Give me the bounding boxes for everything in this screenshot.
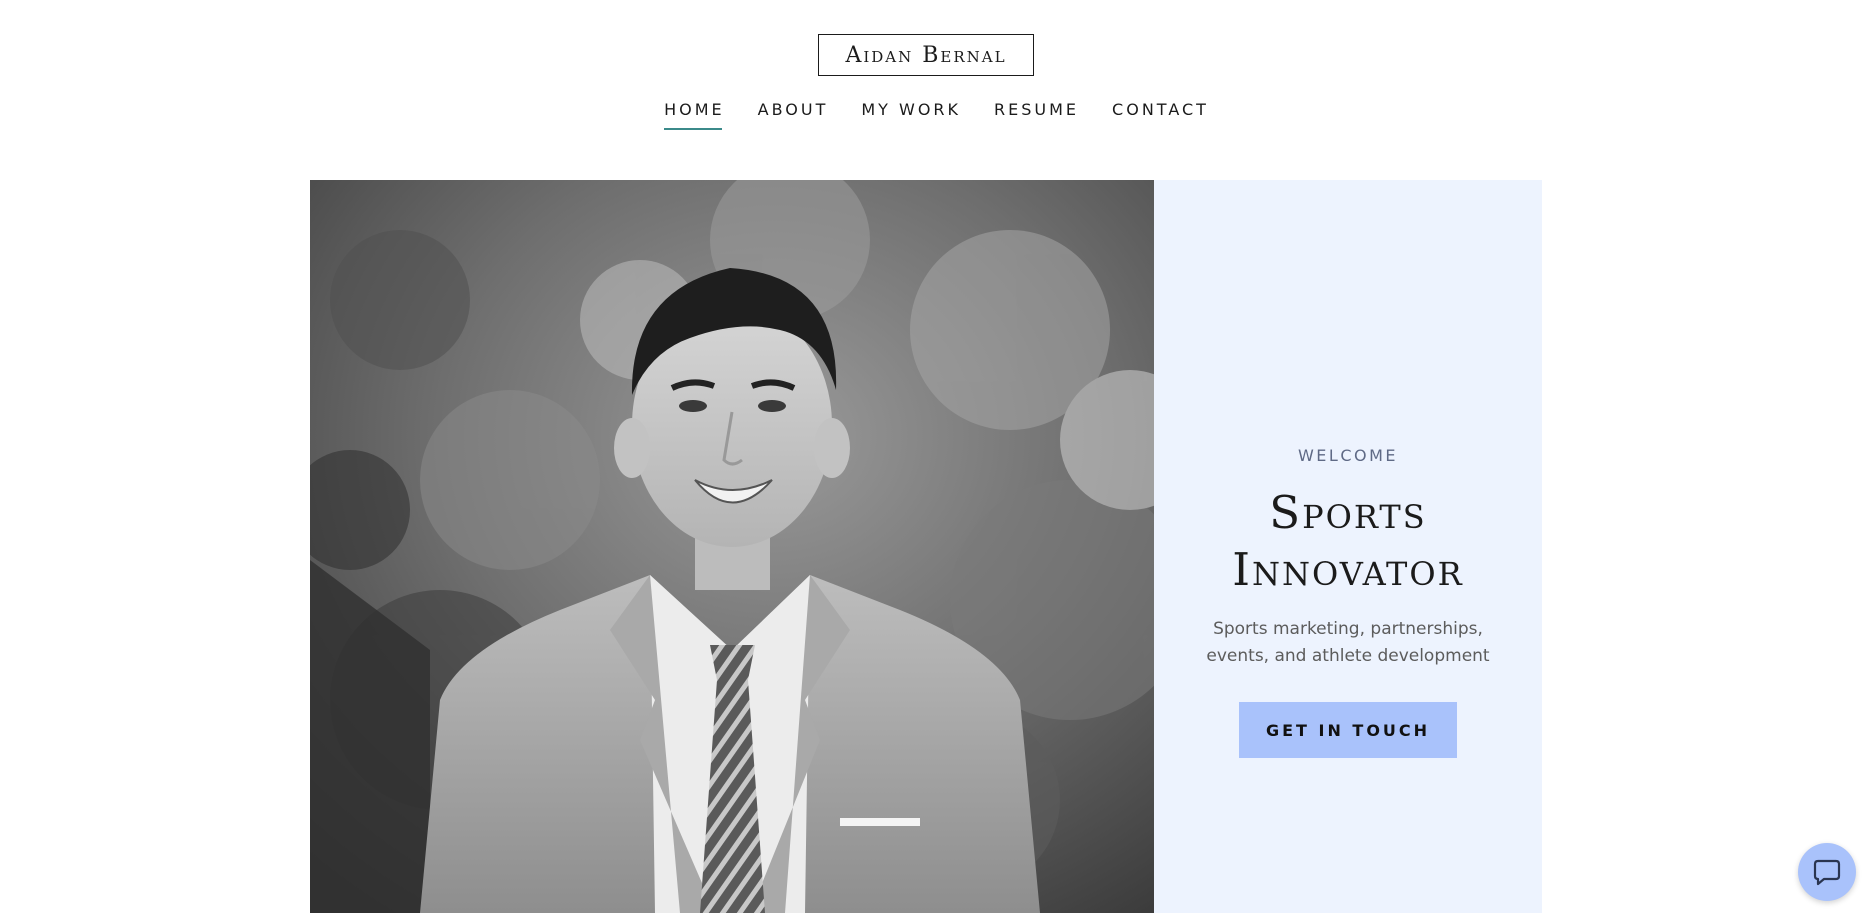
hero-portrait-photo	[310, 180, 1154, 913]
nav-item-my-work[interactable]: MY WORK	[861, 100, 961, 130]
site-logo-text: Aidan Bernal	[845, 42, 1007, 68]
nav-item-contact[interactable]: CONTACT	[1112, 100, 1209, 130]
site-logo[interactable]: Aidan Bernal	[818, 34, 1034, 76]
hero-headline: Sports Innovator	[1154, 484, 1542, 598]
hero-subtext: Sports marketing, partnerships, events, …	[1206, 619, 1490, 666]
nav-item-about[interactable]: ABOUT	[758, 100, 829, 130]
hero-eyebrow: WELCOME	[1297, 446, 1399, 465]
chat-bubble-icon	[1811, 856, 1843, 888]
nav-item-resume[interactable]: RESUME	[994, 100, 1079, 130]
main-nav: HOME ABOUT MY WORK RESUME CONTACT	[0, 100, 1873, 130]
nav-item-home[interactable]: HOME	[664, 100, 725, 130]
chat-button[interactable]	[1798, 843, 1856, 901]
get-in-touch-button[interactable]: GET IN TOUCH	[1239, 702, 1457, 758]
portrait-image	[310, 180, 1154, 913]
hero-headline-line1: Sports	[1269, 486, 1427, 539]
hero-headline-line2: Innovator	[1232, 543, 1464, 596]
hero-panel: WELCOME Sports Innovator Sports marketin…	[1154, 180, 1542, 913]
